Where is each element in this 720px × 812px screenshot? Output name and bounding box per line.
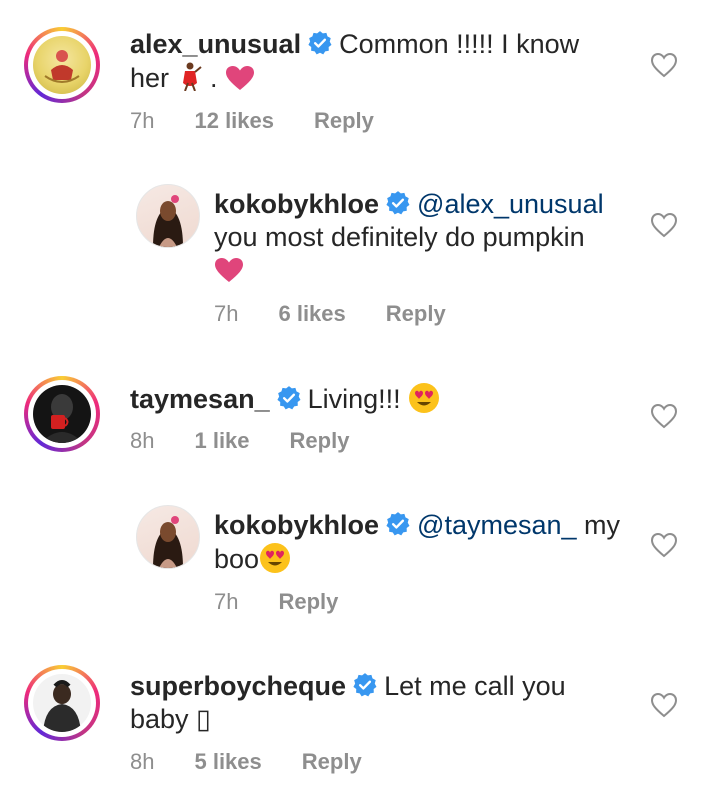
username[interactable]: superboycheque	[130, 671, 346, 701]
reply-button[interactable]: Reply	[386, 301, 446, 327]
like-heart-outline-icon[interactable]	[650, 692, 678, 718]
avatar-taymesan	[33, 385, 91, 443]
comment-time: 7h	[214, 589, 239, 614]
like-heart-outline-icon[interactable]	[650, 212, 678, 238]
comment-text-dot: .	[202, 63, 218, 93]
username[interactable]: taymesan_	[130, 384, 270, 414]
username[interactable]: kokobykhloe	[214, 510, 379, 540]
comment-text: Common !!!!! I know	[339, 29, 580, 59]
username[interactable]: alex_unusual	[130, 29, 301, 59]
comment-text: Living!!!	[307, 384, 401, 414]
avatar-story-ring[interactable]	[24, 376, 100, 452]
verified-badge-icon	[386, 512, 410, 536]
pink-heart-emoji	[226, 66, 255, 90]
verified-badge-icon	[386, 191, 410, 215]
pink-heart-emoji	[215, 258, 243, 282]
like-heart-outline-icon[interactable]	[650, 52, 678, 78]
comment-time: 7h	[130, 108, 155, 133]
comment-text: Let me call you	[384, 671, 566, 701]
heart-eyes-emoji	[260, 543, 291, 573]
like-heart-outline-icon[interactable]	[650, 532, 678, 558]
avatar-story-ring[interactable]	[24, 665, 100, 741]
reply-button[interactable]: Reply	[314, 108, 374, 134]
avatar-kokobykhloe[interactable]	[136, 505, 200, 569]
avatar-alex-unusual	[33, 36, 91, 94]
reply-button[interactable]: Reply	[290, 428, 350, 454]
comment-text: my	[576, 510, 621, 540]
reply-button[interactable]: Reply	[278, 589, 338, 615]
comment-time: 8h	[130, 428, 155, 453]
mention-link[interactable]: @taymesan_	[417, 510, 576, 540]
comment-time: 8h	[130, 749, 155, 774]
likes-count[interactable]: 6 likes	[278, 301, 345, 327]
avatar-kokobykhloe[interactable]	[136, 184, 200, 248]
reply-button[interactable]: Reply	[302, 749, 362, 775]
avatar-superboycheque	[33, 674, 91, 732]
like-heart-outline-icon[interactable]	[650, 403, 678, 429]
comment-text-cont: boo	[214, 544, 260, 574]
dancer-emoji	[182, 62, 202, 91]
comment-text: you most definitely do pumpkin	[214, 222, 585, 252]
verified-badge-icon	[353, 673, 377, 697]
comment-text-cont: her	[130, 63, 170, 93]
avatar-story-ring[interactable]	[24, 27, 100, 103]
username[interactable]: kokobykhloe	[214, 189, 379, 219]
verified-badge-icon	[277, 386, 301, 410]
comment-time: 7h	[214, 301, 239, 326]
likes-count[interactable]: 12 likes	[194, 108, 274, 134]
likes-count[interactable]: 1 like	[194, 428, 249, 454]
mention-link[interactable]: @alex_unusual	[417, 189, 604, 219]
verified-badge-icon	[308, 31, 332, 55]
likes-count[interactable]: 5 likes	[194, 749, 261, 775]
comment-text-cont: baby ▯	[130, 704, 211, 734]
heart-eyes-emoji	[409, 383, 440, 413]
